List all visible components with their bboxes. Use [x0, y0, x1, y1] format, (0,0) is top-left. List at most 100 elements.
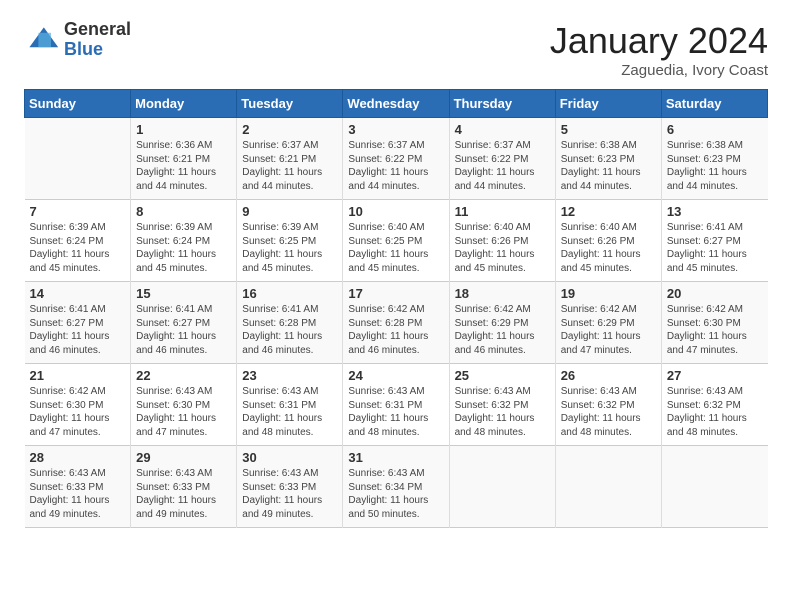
calendar-cell: 27Sunrise: 6:43 AMSunset: 6:32 PMDayligh… — [661, 364, 767, 446]
day-info: Sunrise: 6:43 AMSunset: 6:32 PMDaylight:… — [455, 385, 550, 439]
day-info: Sunrise: 6:39 AMSunset: 6:24 PMDaylight:… — [30, 221, 126, 275]
day-number: 31 — [348, 450, 443, 465]
day-number: 28 — [30, 450, 126, 465]
day-info: Sunrise: 6:37 AMSunset: 6:22 PMDaylight:… — [455, 139, 550, 193]
calendar-cell: 30 Sunrise: 6:43 AMSunset: 6:33 PMDayligh… — [237, 446, 343, 528]
day-info: Sunrise: 6:43 AMSunset: 6:31 PMDaylight:… — [242, 385, 337, 439]
day-info: Sunrise: 6:43 AMSunset: 6:33 PMDaylight:… — [242, 467, 337, 521]
day-info: Sunrise: 6:36 AMSunset: 6:21 PMDaylight:… — [136, 139, 231, 193]
calendar-table: Sunday Monday Tuesday Wednesday Thursday… — [24, 89, 768, 528]
calendar-cell — [661, 446, 767, 528]
calendar-cell: 24 Sunrise: 6:43 AMSunset: 6:31 PMDayligh… — [343, 364, 449, 446]
calendar-cell: 16 Sunrise: 6:41 AMSunset: 6:28 PMDayligh… — [237, 282, 343, 364]
day-number: 5 — [561, 122, 656, 137]
calendar-cell: 19Sunrise: 6:42 AMSunset: 6:29 PMDayligh… — [555, 282, 661, 364]
calendar-cell: 3 Sunrise: 6:37 AMSunset: 6:22 PMDaylight… — [343, 118, 449, 200]
calendar-cell: 31Sunrise: 6:43 AMSunset: 6:34 PMDayligh… — [343, 446, 449, 528]
location-title: Zaguedia, Ivory Coast — [550, 62, 768, 79]
calendar-week-row: 21Sunrise: 6:42 AMSunset: 6:30 PMDayligh… — [25, 364, 768, 446]
calendar-cell: 2 Sunrise: 6:37 AMSunset: 6:21 PMDaylight… — [237, 118, 343, 200]
day-info: Sunrise: 6:39 AMSunset: 6:25 PMDaylight:… — [242, 221, 337, 275]
day-number: 11 — [455, 204, 550, 219]
day-number: 29 — [136, 450, 231, 465]
day-number: 4 — [455, 122, 550, 137]
day-info: Sunrise: 6:43 AMSunset: 6:33 PMDaylight:… — [136, 467, 231, 521]
day-number: 17 — [348, 286, 443, 301]
day-info: Sunrise: 6:41 AMSunset: 6:28 PMDaylight:… — [242, 303, 337, 357]
day-info: Sunrise: 6:42 AMSunset: 6:29 PMDaylight:… — [561, 303, 656, 357]
day-number: 3 — [348, 122, 443, 137]
day-info: Sunrise: 6:42 AMSunset: 6:28 PMDaylight:… — [348, 303, 443, 357]
day-number: 20 — [667, 286, 763, 301]
calendar-week-row: 1 Sunrise: 6:36 AMSunset: 6:21 PMDaylight… — [25, 118, 768, 200]
calendar-header: Sunday Monday Tuesday Wednesday Thursday… — [25, 90, 768, 118]
day-info: Sunrise: 6:40 AMSunset: 6:26 PMDaylight:… — [455, 221, 550, 275]
day-number: 14 — [30, 286, 126, 301]
col-tuesday: Tuesday — [237, 90, 343, 118]
day-number: 13 — [667, 204, 763, 219]
day-info: Sunrise: 6:43 AMSunset: 6:30 PMDaylight:… — [136, 385, 231, 439]
calendar-cell: 12 Sunrise: 6:40 AMSunset: 6:26 PMDayligh… — [555, 200, 661, 282]
calendar-cell — [25, 118, 131, 200]
calendar-cell: 26 Sunrise: 6:43 AMSunset: 6:32 PMDayligh… — [555, 364, 661, 446]
page: General Blue January 2024 Zaguedia, Ivor… — [0, 0, 792, 612]
calendar-cell: 5Sunrise: 6:38 AMSunset: 6:23 PMDaylight… — [555, 118, 661, 200]
calendar-cell: 20 Sunrise: 6:42 AMSunset: 6:30 PMDayligh… — [661, 282, 767, 364]
day-number: 16 — [242, 286, 337, 301]
day-number: 15 — [136, 286, 231, 301]
calendar-cell: 4 Sunrise: 6:37 AMSunset: 6:22 PMDaylight… — [449, 118, 555, 200]
calendar-cell: 21Sunrise: 6:42 AMSunset: 6:30 PMDayligh… — [25, 364, 131, 446]
calendar-cell: 7 Sunrise: 6:39 AMSunset: 6:24 PMDaylight… — [25, 200, 131, 282]
header: General Blue January 2024 Zaguedia, Ivor… — [24, 20, 768, 79]
day-info: Sunrise: 6:43 AMSunset: 6:33 PMDaylight:… — [30, 467, 126, 521]
header-row: Sunday Monday Tuesday Wednesday Thursday… — [25, 90, 768, 118]
day-number: 12 — [561, 204, 656, 219]
day-info: Sunrise: 6:40 AMSunset: 6:26 PMDaylight:… — [561, 221, 656, 275]
logo: General Blue — [24, 20, 131, 60]
day-number: 26 — [561, 368, 656, 383]
calendar-cell: 15 Sunrise: 6:41 AMSunset: 6:27 PMDayligh… — [131, 282, 237, 364]
day-number: 9 — [242, 204, 337, 219]
day-info: Sunrise: 6:42 AMSunset: 6:29 PMDaylight:… — [455, 303, 550, 357]
day-info: Sunrise: 6:43 AMSunset: 6:32 PMDaylight:… — [561, 385, 656, 439]
calendar-week-row: 7 Sunrise: 6:39 AMSunset: 6:24 PMDaylight… — [25, 200, 768, 282]
calendar-cell: 17 Sunrise: 6:42 AMSunset: 6:28 PMDayligh… — [343, 282, 449, 364]
calendar-cell: 22 Sunrise: 6:43 AMSunset: 6:30 PMDayligh… — [131, 364, 237, 446]
col-wednesday: Wednesday — [343, 90, 449, 118]
calendar-cell: 14Sunrise: 6:41 AMSunset: 6:27 PMDayligh… — [25, 282, 131, 364]
day-info: Sunrise: 6:43 AMSunset: 6:31 PMDaylight:… — [348, 385, 443, 439]
day-info: Sunrise: 6:40 AMSunset: 6:25 PMDaylight:… — [348, 221, 443, 275]
calendar-cell — [449, 446, 555, 528]
title-block: January 2024 Zaguedia, Ivory Coast — [550, 20, 768, 79]
day-number: 6 — [667, 122, 763, 137]
day-number: 1 — [136, 122, 231, 137]
day-number: 22 — [136, 368, 231, 383]
day-number: 25 — [455, 368, 550, 383]
calendar-cell: 13Sunrise: 6:41 AMSunset: 6:27 PMDayligh… — [661, 200, 767, 282]
day-info: Sunrise: 6:37 AMSunset: 6:22 PMDaylight:… — [348, 139, 443, 193]
day-number: 30 — [242, 450, 337, 465]
day-info: Sunrise: 6:41 AMSunset: 6:27 PMDaylight:… — [136, 303, 231, 357]
calendar-cell: 10 Sunrise: 6:40 AMSunset: 6:25 PMDayligh… — [343, 200, 449, 282]
day-info: Sunrise: 6:37 AMSunset: 6:21 PMDaylight:… — [242, 139, 337, 193]
calendar-week-row: 14 Sunrise: 6:41 AMSunset: 6:27 PMDayligh… — [25, 282, 768, 364]
col-thursday: Thursday — [449, 90, 555, 118]
day-number: 23 — [242, 368, 337, 383]
calendar-cell: 25 Sunrise: 6:43 AMSunset: 6:32 PMDayligh… — [449, 364, 555, 446]
col-friday: Friday — [555, 90, 661, 118]
calendar-cell: 18 Sunrise: 6:42 AMSunset: 6:29 PMDayligh… — [449, 282, 555, 364]
day-number: 10 — [348, 204, 443, 219]
calendar-week-row: 28 Sunrise: 6:43 AMSunset: 6:33 PMDayligh… — [25, 446, 768, 528]
day-number: 18 — [455, 286, 550, 301]
day-info: Sunrise: 6:43 AMSunset: 6:32 PMDaylight:… — [667, 385, 763, 439]
day-number: 24 — [348, 368, 443, 383]
col-saturday: Saturday — [661, 90, 767, 118]
day-info: Sunrise: 6:39 AMSunset: 6:24 PMDaylight:… — [136, 221, 231, 275]
calendar-cell: 23 Sunrise: 6:43 AMSunset: 6:31 PMDayligh… — [237, 364, 343, 446]
day-number: 7 — [30, 204, 126, 219]
calendar-cell: 9 Sunrise: 6:39 AMSunset: 6:25 PMDaylight… — [237, 200, 343, 282]
col-sunday: Sunday — [25, 90, 131, 118]
day-number: 8 — [136, 204, 231, 219]
day-number: 2 — [242, 122, 337, 137]
day-info: Sunrise: 6:42 AMSunset: 6:30 PMDaylight:… — [667, 303, 763, 357]
